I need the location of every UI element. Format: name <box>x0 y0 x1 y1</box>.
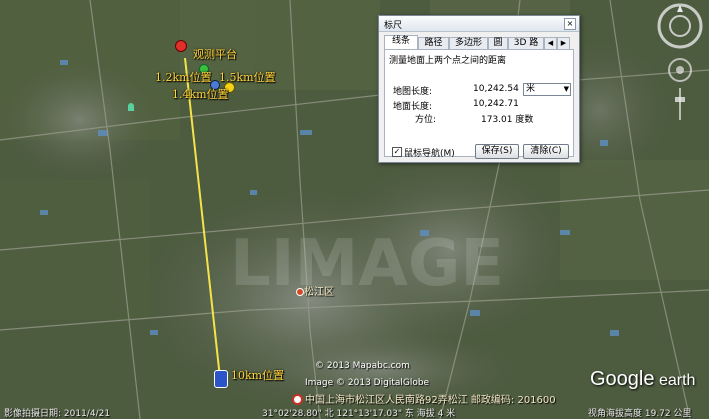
navigation-controls[interactable] <box>648 2 706 126</box>
ground-length-label: 地面长度: <box>393 102 433 112</box>
unit-select[interactable]: 米 ▼ <box>523 83 571 96</box>
map-length-label: 地图长度: <box>393 87 433 97</box>
map-credit: © 2013 Mapabc.com <box>315 361 410 371</box>
mouse-nav-checkbox[interactable]: ✓ <box>392 147 402 157</box>
eye-altitude: 视角海拔高度 19.72 公里 <box>588 409 692 419</box>
tab-line[interactable]: 线条 <box>384 35 418 50</box>
compass-icon[interactable] <box>648 2 706 122</box>
heading-value: 173.01 度数 <box>481 115 534 125</box>
person-icon[interactable] <box>214 370 228 388</box>
ruler-description: 测量地面上两个点之间的距离 <box>389 56 507 66</box>
ruler-dialog[interactable]: 标尺 × 线条 路径 多边形 圆 3D 路 ◀ ▶ 测量地面上两个点之间的距离 … <box>378 15 580 163</box>
placemark-10km[interactable]: 10km位置 <box>231 367 284 383</box>
save-button[interactable]: 保存(S) <box>475 144 519 159</box>
status-bar: 影像拍摄日期: 2011/4/21 31°02'28.80" 北 121°13'… <box>0 404 709 419</box>
close-icon[interactable]: × <box>564 18 576 30</box>
satellite-map[interactable]: LIMAGE <box>0 0 709 419</box>
logo-google: Google <box>590 368 655 390</box>
placemark-platform[interactable]: 观测平台 <box>193 46 237 62</box>
tab-polygon[interactable]: 多边形 <box>449 37 488 49</box>
placemark-1-2km[interactable]: 1.2km位置 <box>155 69 212 85</box>
tab-scroll-right[interactable]: ▶ <box>557 37 570 49</box>
tab-scroll-left[interactable]: ◀ <box>544 37 557 49</box>
chevron-down-icon[interactable]: ▼ <box>564 84 569 95</box>
unit-select-value: 米 <box>526 84 536 94</box>
ruler-line-panel: 测量地面上两个点之间的距离 地图长度: 10,242.54 米 ▼ 地面长度: … <box>384 49 574 157</box>
map-viewport[interactable]: LIMAGE 观测平台 1.2km位置 1.5km位置 1.4km位置 松江区 … <box>0 0 709 419</box>
imagery-date: 影像拍摄日期: 2011/4/21 <box>4 409 111 419</box>
ruler-title: 标尺 <box>384 21 403 31</box>
heading-label: 方位: <box>415 115 437 125</box>
google-earth-logo: Google earth <box>590 368 695 391</box>
logo-earth: earth <box>658 372 696 389</box>
tab-3d-path[interactable]: 3D 路 <box>508 37 544 49</box>
ground-length-value: 10,242.71 <box>473 99 519 109</box>
placemark-1-4km[interactable]: 1.4km位置 <box>172 86 229 102</box>
ruler-titlebar[interactable]: 标尺 × <box>379 16 579 32</box>
placemark-songjiang[interactable]: 松江区 <box>304 283 334 298</box>
tab-path[interactable]: 路径 <box>418 37 449 49</box>
tab-circle[interactable]: 圆 <box>488 37 508 49</box>
platform-pin-icon[interactable] <box>175 40 187 52</box>
image-credit: Image © 2013 DigitalGlobe <box>305 378 430 388</box>
cyan-pin-icon[interactable] <box>128 103 134 111</box>
songjiang-place-icon[interactable] <box>296 288 304 296</box>
cursor-coordinates: 31°02'28.80" 北 121°13'17.03" 东 海拔 4 米 <box>262 409 456 419</box>
ruler-tabs: 线条 路径 多边形 圆 3D 路 ◀ ▶ <box>384 35 574 50</box>
clear-button[interactable]: 清除(C) <box>523 144 569 159</box>
map-length-value: 10,242.54 <box>473 84 519 94</box>
mouse-nav-label: 鼠标导航(M) <box>404 149 455 159</box>
svg-text:LIMAGE: LIMAGE <box>230 227 504 301</box>
